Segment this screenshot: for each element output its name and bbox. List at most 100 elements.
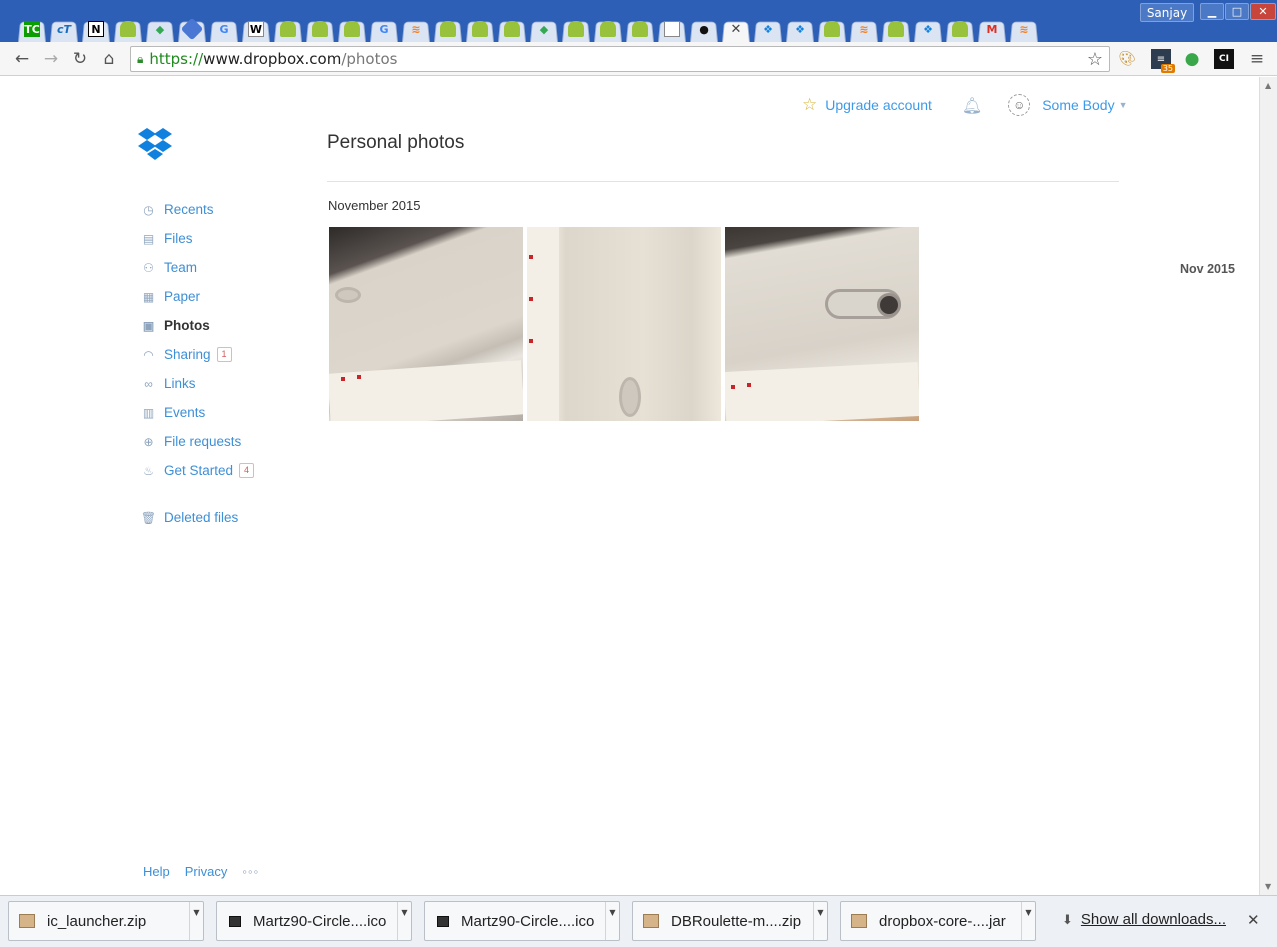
sidebar-item-files[interactable]: ▤ Files — [140, 224, 320, 253]
leaf-extension-icon[interactable]: ● — [1182, 49, 1202, 69]
privacy-link[interactable]: Privacy — [185, 864, 228, 879]
browser-tab[interactable] — [496, 16, 528, 42]
download-item[interactable]: dropbox-core-....jar ▼ — [840, 901, 1036, 941]
photo-thumbnail[interactable] — [527, 227, 721, 421]
browser-tab[interactable]: ❖ — [912, 16, 944, 42]
chevron-down-icon[interactable]: ▼ — [1021, 902, 1035, 940]
palette-extension-icon[interactable]: 🎨︎ — [1117, 49, 1137, 69]
browser-tab[interactable] — [880, 16, 912, 42]
browser-tab[interactable] — [624, 16, 656, 42]
browser-tab[interactable]: W — [240, 16, 272, 42]
help-link[interactable]: Help — [143, 864, 170, 879]
browser-tab[interactable]: ✕ — [720, 16, 752, 42]
chevron-down-icon[interactable]: ▼ — [605, 902, 619, 940]
browser-tab[interactable] — [176, 16, 208, 42]
browser-tab[interactable]: ◆ — [528, 16, 560, 42]
minimize-button[interactable]: ▁ — [1200, 3, 1224, 20]
browser-tab[interactable]: ≋ — [848, 16, 880, 42]
profile-button[interactable]: Sanjay — [1140, 3, 1194, 22]
sidebar-item-paper[interactable]: ▦ Paper — [140, 282, 320, 311]
browser-tab[interactable]: ≋ — [1008, 16, 1040, 42]
browser-tab[interactable]: N — [80, 16, 112, 42]
browser-tab[interactable] — [560, 16, 592, 42]
sidebar-item-file-requests[interactable]: ⊕ File requests — [140, 427, 320, 456]
chevron-down-icon[interactable]: ▼ — [397, 902, 411, 940]
sidebar-item-recents[interactable]: ◷ Recents — [140, 195, 320, 224]
close-shelf-icon[interactable]: ✕ — [1247, 911, 1260, 929]
timeline-date-marker[interactable]: Nov 2015 — [1180, 262, 1235, 276]
browser-tab[interactable]: G — [208, 16, 240, 42]
chevron-down-icon[interactable]: ▼ — [813, 902, 827, 940]
browser-tab[interactable]: G — [368, 16, 400, 42]
photo-thumbnail[interactable] — [329, 227, 523, 421]
extension-counter-icon[interactable]: ≡ 35 — [1151, 49, 1175, 73]
upgrade-account-link[interactable]: ☆ Upgrade account — [802, 95, 932, 115]
close-icon[interactable]: ✕ — [731, 22, 742, 37]
download-filename: Martz90-Circle....ico — [461, 912, 595, 930]
scroll-down-icon[interactable]: ▼ — [1265, 882, 1271, 891]
download-arrow-icon: ⬇ — [1062, 911, 1073, 927]
count-badge: 4 — [239, 463, 255, 478]
sidebar-item-sharing[interactable]: ◠ Sharing 1 — [140, 340, 320, 369]
browser-tab[interactable]: ≋ — [400, 16, 432, 42]
browser-tab[interactable]: cT — [48, 16, 80, 42]
close-window-button[interactable]: ✕ — [1250, 3, 1276, 20]
page-title: Personal photos — [327, 132, 465, 153]
forward-button[interactable]: → — [39, 47, 63, 71]
reload-button[interactable]: ↻ — [68, 47, 92, 71]
home-button[interactable]: ⌂ — [97, 47, 121, 71]
browser-tab[interactable]: M — [976, 16, 1008, 42]
notifications-bell-icon[interactable]: 🔔︎ — [962, 96, 982, 115]
browser-tab[interactable] — [272, 16, 304, 42]
download-item[interactable]: DBRoulette-m....zip ▼ — [632, 901, 828, 941]
back-arrow-icon: ← — [14, 49, 30, 69]
ci-extension-icon[interactable]: CI — [1214, 49, 1234, 69]
maximize-button[interactable]: □ — [1225, 3, 1249, 20]
download-filename: dropbox-core-....jar — [879, 912, 1006, 930]
sidebar-item-get-started[interactable]: ♨ Get Started 4 — [140, 456, 320, 485]
google-icon: G — [379, 22, 389, 36]
browser-tab[interactable]: TC — [16, 16, 48, 42]
photo-thumbnail[interactable] — [725, 227, 919, 421]
chrome-menu-icon[interactable]: ≡ — [1247, 49, 1267, 69]
browser-tab[interactable] — [944, 16, 976, 42]
browser-tab[interactable]: ❖ — [784, 16, 816, 42]
download-item[interactable]: Martz90-Circle....ico ▼ — [216, 901, 412, 941]
browser-tab[interactable] — [656, 16, 688, 42]
android-icon — [952, 21, 968, 37]
sidebar-item-deleted-files[interactable]: 🗑︎ Deleted files — [140, 503, 320, 532]
download-item[interactable]: Martz90-Circle....ico ▼ — [424, 901, 620, 941]
browser-tab[interactable]: ❖ — [752, 16, 784, 42]
star-icon: ☆ — [802, 95, 818, 114]
scroll-up-icon[interactable]: ▲ — [1265, 81, 1271, 90]
sidebar-item-photos[interactable]: ▣ Photos — [140, 311, 320, 340]
browser-tab[interactable] — [112, 16, 144, 42]
more-options-icon[interactable]: ◦◦◦ — [242, 864, 259, 879]
browser-tab[interactable]: ● — [688, 16, 720, 42]
browser-tab[interactable] — [304, 16, 336, 42]
browser-tab[interactable] — [432, 16, 464, 42]
chevron-down-icon[interactable]: ▼ — [189, 902, 203, 940]
sidebar-item-team[interactable]: ⚇ Team — [140, 253, 320, 282]
browser-tab[interactable] — [816, 16, 848, 42]
browser-tab[interactable] — [336, 16, 368, 42]
top-actions: ☆ Upgrade account 🔔︎ ☺ Some Body ▼ — [802, 94, 1128, 116]
sidebar-item-label: Events — [164, 405, 206, 420]
dropbox-icon: ❖ — [923, 22, 933, 36]
address-bar[interactable]: 🔒︎ https://www.dropbox.com/photos ☆ — [130, 46, 1110, 72]
stackoverflow-icon: ≋ — [859, 22, 869, 36]
bookmark-star-icon[interactable]: ☆ — [1087, 49, 1103, 70]
dropbox-logo[interactable] — [137, 127, 173, 161]
browser-tab[interactable] — [464, 16, 496, 42]
android-icon — [440, 21, 456, 37]
browser-tab[interactable] — [592, 16, 624, 42]
team-icon: ⚇ — [143, 260, 154, 275]
browser-tab[interactable]: ◆ — [144, 16, 176, 42]
back-button[interactable]: ← — [10, 47, 34, 71]
download-item[interactable]: ic_launcher.zip ▼ — [8, 901, 204, 941]
account-menu[interactable]: ☺ Some Body ▼ — [1008, 94, 1128, 116]
page-scrollbar[interactable]: ▲ ▼ — [1259, 77, 1277, 895]
sidebar-item-links[interactable]: ∞ Links — [140, 369, 320, 398]
show-all-downloads-link[interactable]: ⬇ Show all downloads... — [1062, 911, 1226, 928]
sidebar-item-events[interactable]: ▥ Events — [140, 398, 320, 427]
